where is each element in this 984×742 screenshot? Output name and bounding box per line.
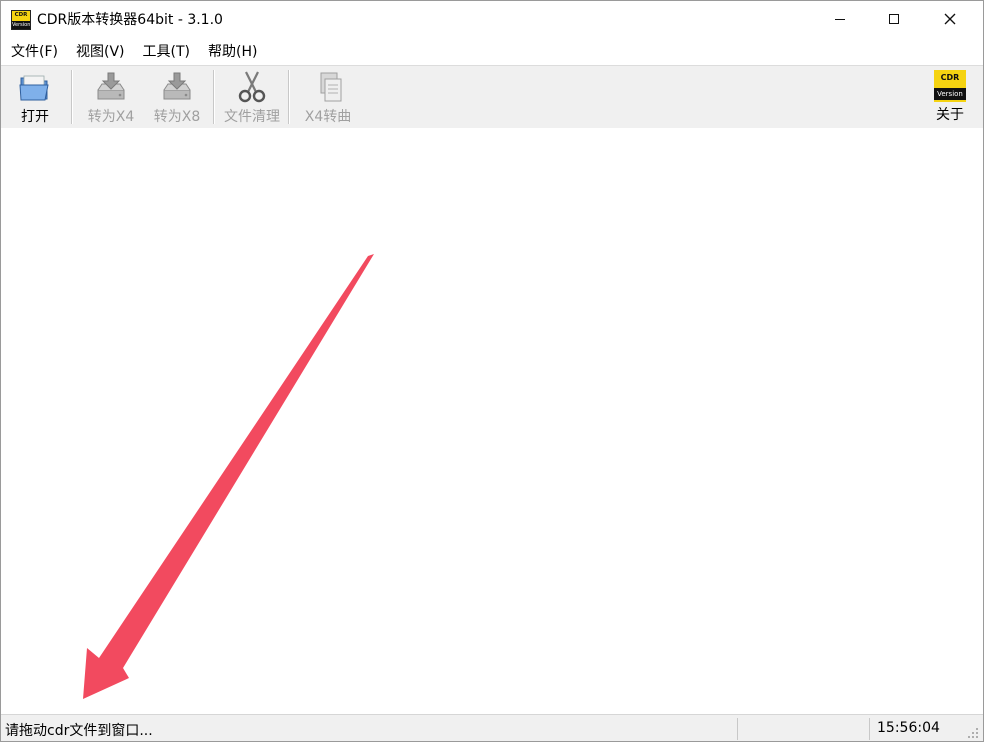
open-folder-icon [19,75,49,101]
scissors-icon [238,71,266,103]
resize-grip-icon[interactable] [967,727,979,739]
drop-area[interactable] [1,128,983,713]
convert-x8-button[interactable]: 转为X8 [151,68,203,126]
close-button[interactable] [927,1,973,37]
app-window: CDR Version CDR版本转换器64bit - 3.1.0 文件(F) … [0,0,984,742]
title-bar: CDR Version CDR版本转换器64bit - 3.1.0 [1,1,983,37]
open-button-label: 打开 [21,109,49,125]
app-logo-icon: CDR Version [11,10,31,30]
toolbar: 打开 转为X4 转为X8 文件清理 X4转曲 CDR Version 关于 [1,65,983,128]
status-pane-divider [869,718,870,740]
status-pane-divider [737,718,738,740]
app-logo-top-text: CDR [14,12,28,18]
status-message: 请拖动cdr文件到窗口... [5,723,153,739]
x4-curve-button[interactable]: X4转曲 [301,68,355,126]
cdr-version-logo-icon: CDR Version [934,70,966,102]
app-logo-bottom-text: Version [12,21,31,29]
about-button[interactable]: CDR Version 关于 [931,68,969,126]
file-clean-button[interactable]: 文件清理 [221,68,283,126]
convert-drive-icon [97,72,125,100]
annotation-arrow [83,254,374,699]
about-label: 关于 [936,107,964,123]
convert-x4-button[interactable]: 转为X4 [85,68,137,126]
maximize-icon [889,14,899,24]
about-logo-bottom-text: Version [934,88,966,100]
about-logo-top-text: CDR [940,73,960,82]
close-icon [944,13,956,25]
maximize-button[interactable] [871,1,917,37]
minimize-button[interactable] [817,1,863,37]
toolbar-separator [71,70,73,124]
copy-pages-icon [320,72,342,102]
open-button[interactable]: 打开 [15,68,55,126]
x4-curve-label: X4转曲 [304,109,352,125]
window-title: CDR版本转换器64bit - 3.1.0 [37,12,223,28]
toolbar-separator [213,70,215,124]
menu-tools[interactable]: 工具(T) [134,40,199,64]
toolbar-separator [288,70,290,124]
status-time: 15:56:04 [877,720,940,736]
minimize-icon [835,18,845,20]
convert-x4-label: 转为X4 [87,109,135,125]
menu-help[interactable]: 帮助(H) [199,40,266,64]
status-bar: 请拖动cdr文件到窗口... 15:56:04 [1,714,983,741]
menu-file[interactable]: 文件(F) [1,40,67,64]
convert-x8-label: 转为X8 [153,109,201,125]
menu-view[interactable]: 视图(V) [67,40,134,64]
file-clean-label: 文件清理 [224,109,280,125]
menu-bar: 文件(F) 视图(V) 工具(T) 帮助(H) [1,39,983,64]
convert-drive-icon [163,72,191,100]
